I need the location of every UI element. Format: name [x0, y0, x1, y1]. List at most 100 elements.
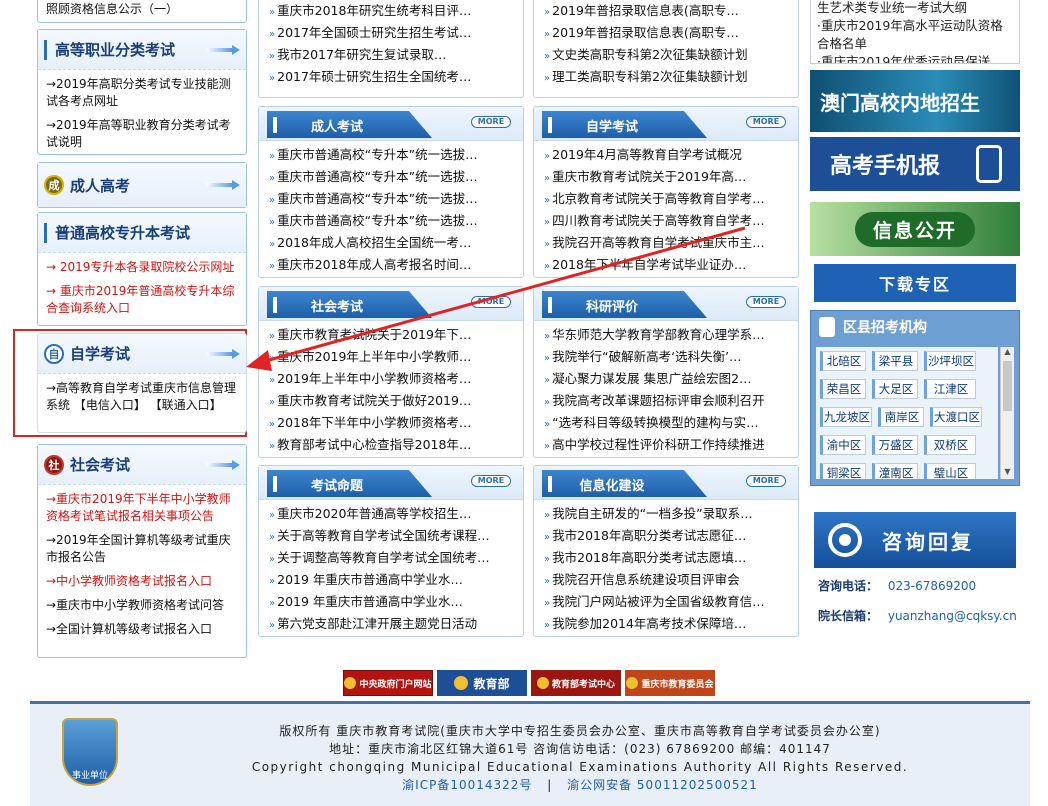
mobile-news-banner[interactable]: 高考手机报 [810, 137, 1020, 191]
news-link[interactable]: 重庆市教育考试院关于2019年高… [544, 166, 798, 188]
news-link[interactable]: 我院召开高等教育自学考试重庆市主… [544, 232, 798, 254]
news-link[interactable]: 重庆市普通高校“专升本”统一选拔… [269, 166, 523, 188]
list-item[interactable]: →2019年高等职业教育分类考试考试说明 [38, 113, 246, 154]
news-link[interactable]: 关于调整高等教育自学考试全国统考… [269, 547, 523, 569]
district-link[interactable]: 渝中区 [820, 435, 866, 455]
list-item[interactable]: →全国计算机等级考试报名入口 [38, 617, 246, 641]
download-banner[interactable]: 下载专区 [814, 264, 1016, 302]
news-link[interactable]: 2018年下半年中小学教师资格考… [269, 412, 523, 434]
police-link[interactable]: 渝公网安备 50011202500521 [567, 778, 758, 792]
news-link[interactable]: 2019 年重庆市普通高中学业水… [269, 569, 523, 591]
scroll-thumb[interactable] [1003, 361, 1012, 411]
news-link[interactable]: 北京教育考试院关于高等教育自学考… [544, 188, 798, 210]
section-header[interactable]: 普通高校专升本考试 [38, 213, 246, 253]
news-link[interactable]: 2018年成人高校招生全国统一考… [269, 232, 523, 254]
district-link[interactable]: 双桥区 [924, 435, 976, 455]
district-link[interactable]: 沙坪坝区 [924, 351, 976, 371]
news-link[interactable]: 重庆市普通高校“专升本”统一选拔… [269, 144, 523, 166]
news-link[interactable]: 四川教育考试院关于高等教育自学考… [544, 210, 798, 232]
news-link[interactable]: 第六党支部赴江津开展主题党日活动 [269, 613, 523, 635]
news-link[interactable]: 华东师范大学教育学部教育心理学系… [544, 324, 798, 346]
news-link[interactable]: 凝心聚力谋发展 集思广益绘宏图2… [544, 368, 798, 390]
news-link[interactable]: 理工类高职专科第2次征集缺额计划 [544, 66, 798, 88]
tab-exam-design[interactable]: 考试命题 [267, 470, 432, 497]
info-public-banner[interactable]: 信息公开 [810, 202, 1020, 256]
district-link[interactable]: 九龙坡区 [820, 407, 872, 427]
news-link[interactable]: “选考科目等级转换模型的建构与实… [544, 412, 798, 434]
district-link[interactable]: 南岸区 [878, 407, 924, 427]
tab-social-exam[interactable]: 社会考试 [267, 291, 432, 318]
district-link[interactable]: 大渡口区 [930, 407, 982, 427]
link-exam-center[interactable]: 教育部考试中心 [531, 670, 621, 696]
more-button[interactable]: MORE [471, 296, 511, 308]
news-link[interactable]: 教育部考试中心检查指导2018年… [269, 434, 523, 456]
scroll-down-icon[interactable]: ▼ [1001, 467, 1014, 479]
list-item[interactable]: →重庆市中小学教师资格考试问答 [38, 593, 246, 617]
news-link[interactable]: 生艺术类专业统一考试大纲 [817, 0, 1013, 17]
macau-banner[interactable]: 澳门高校内地招生 [810, 70, 1020, 132]
link-moe[interactable]: 教育部 [437, 670, 527, 696]
list-item[interactable]: →中小学教师资格考试报名入口 [38, 569, 246, 593]
district-link[interactable]: 梁平县 [872, 351, 918, 371]
news-link[interactable]: 2019年普招录取信息表(高职专… [544, 0, 798, 22]
news-link[interactable]: 我市2018年高职分类考试志愿征… [544, 525, 798, 547]
link-gov[interactable]: 中央政府门户网站 [343, 670, 433, 696]
news-link[interactable]: 重庆市普通高校“专升本”统一选拔… [269, 210, 523, 232]
list-item[interactable]: →2019年高职分类考试专业技能测试各考点网址 [38, 70, 246, 113]
news-link[interactable]: ·重庆市2019年优秀运动员保送 [817, 53, 1013, 63]
tab-self-study[interactable]: 自学考试 [542, 111, 707, 138]
list-item[interactable]: →高等教育自学考试重庆市信息管理系统 【电信入口】 【联通入口】 [38, 374, 246, 417]
news-link[interactable]: 重庆市2019年上半年中小学教师… [269, 346, 523, 368]
news-link[interactable]: 2018年下半年自学考试毕业证办… [544, 254, 798, 276]
scroll-up-icon[interactable]: ▲ [1001, 347, 1014, 359]
list-item[interactable]: →重庆市2019年下半年中小学教师资格考试笔试报名相关事项公告 [38, 485, 246, 528]
section-header[interactable]: 自 自学考试 [38, 334, 246, 374]
news-link[interactable]: 重庆市2018年研究生统考科目评… [269, 0, 523, 22]
news-link[interactable]: 我院自主研发的“一档多投”录取系… [544, 503, 798, 525]
district-link[interactable]: 荣昌区 [820, 379, 866, 399]
news-link[interactable]: 文史类高职专科第2次征集缺额计划 [544, 44, 798, 66]
section-header[interactable]: 社 社会考试 [38, 445, 246, 485]
district-scrollbar[interactable]: ▲ ▼ [1000, 347, 1014, 479]
district-link[interactable]: 江津区 [924, 379, 976, 399]
section-header[interactable]: 成 成人高考 [38, 163, 246, 207]
news-link[interactable]: 高中学校过程性评价科研工作持续推进 [544, 434, 798, 456]
news-link[interactable]: 2019年4月高等教育自学考试概况 [544, 144, 798, 166]
district-link[interactable]: 大足区 [872, 379, 918, 399]
tab-research[interactable]: 科研评价 [542, 291, 707, 318]
list-item[interactable]: →2019年全国计算机等级考试重庆市报名公告 [38, 528, 246, 569]
district-link[interactable]: 潼南区 [872, 463, 918, 479]
news-link[interactable]: 重庆市2018年成人高考报名时间… [269, 254, 523, 276]
consult-banner[interactable]: 咨询回复 [814, 512, 1016, 568]
link-cq-edu[interactable]: 重庆市教育委员会 [625, 670, 715, 696]
news-link[interactable]: 我院召开信息系统建设项目评审会 [544, 569, 798, 591]
news-link[interactable]: 关于高等教育自学考试全国统考课程… [269, 525, 523, 547]
left-top-item[interactable]: 照顾资格信息公示（一） [38, 0, 246, 21]
news-link[interactable]: 2019 年重庆市普通高中学业水… [269, 591, 523, 613]
more-button[interactable]: MORE [746, 296, 786, 308]
news-link[interactable]: 我院门户网站被评为全国省级教育信… [544, 591, 798, 613]
news-link[interactable]: 我院举行“破解新高考‘选科失衡’… [544, 346, 798, 368]
more-button[interactable]: MORE [746, 475, 786, 487]
district-link[interactable]: 北碚区 [820, 351, 866, 371]
news-link[interactable]: 我市2018年高职分类考试志愿填… [544, 547, 798, 569]
news-link[interactable]: 重庆市教育考试院关于2019年下… [269, 324, 523, 346]
tab-it-construction[interactable]: 信息化建设 [542, 470, 707, 497]
news-link[interactable]: 2017年硕士研究生招生全国统考… [269, 66, 523, 88]
list-item[interactable]: → 2019专升本各录取院校公示网址 [38, 253, 246, 279]
more-button[interactable]: MORE [471, 116, 511, 128]
news-link[interactable]: 我院高考改革课题招标评审会顺利召开 [544, 390, 798, 412]
news-link[interactable]: 2019年上半年中小学教师资格考… [269, 368, 523, 390]
tab-adult-exam[interactable]: 成人考试 [267, 111, 432, 138]
section-header[interactable]: 高等职业分类考试 [38, 30, 246, 70]
news-link[interactable]: 我市2017年研究生复试录取… [269, 44, 523, 66]
news-link[interactable]: 重庆市普通高校“专升本”统一选拔… [269, 188, 523, 210]
news-link[interactable]: 重庆市2020年普通高等学校招生… [269, 503, 523, 525]
more-button[interactable]: MORE [746, 116, 786, 128]
news-link[interactable]: 2017年全国硕士研究生招生考试… [269, 22, 523, 44]
mail-link[interactable]: yuanzhang@cqksy.cn [888, 609, 1017, 623]
district-link[interactable]: 璧山区 [924, 463, 976, 479]
news-link[interactable]: 重庆市教育考试院关于做好2019… [269, 390, 523, 412]
district-link[interactable]: 万盛区 [872, 435, 918, 455]
icp-link[interactable]: 渝ICP备10014322号 [402, 778, 532, 792]
